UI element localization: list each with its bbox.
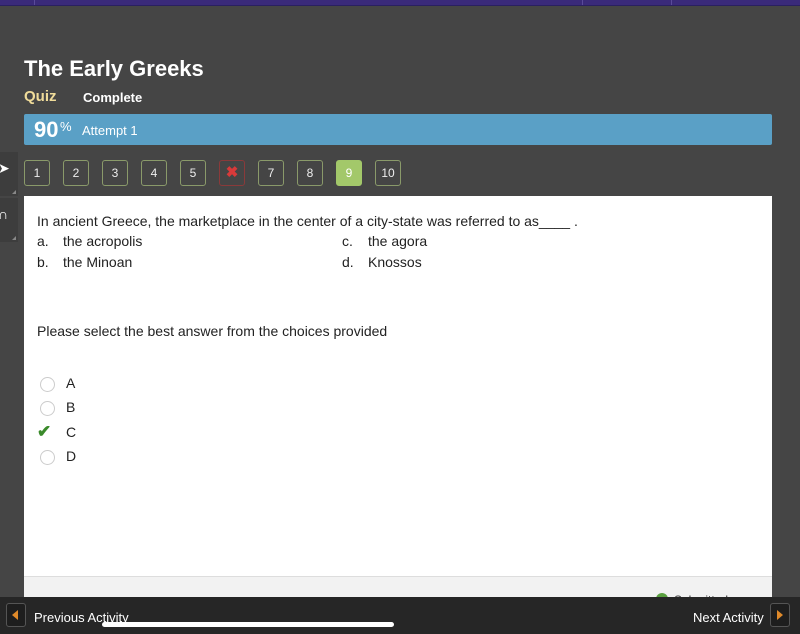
radio-button[interactable] (40, 450, 55, 465)
question-panel: In ancient Greece, the marketplace in th… (24, 196, 772, 576)
choice-letter: d. (342, 254, 354, 270)
choice-c: c. the agora (342, 233, 427, 249)
answer-option-label: C (66, 424, 77, 440)
question-button-7[interactable]: 7 (258, 160, 284, 186)
question-button-5[interactable]: 5 (180, 160, 206, 186)
radio-button[interactable] (40, 401, 55, 416)
question-button-9-current[interactable]: 9 (336, 160, 362, 186)
question-text: In ancient Greece, the marketplace in th… (37, 213, 578, 229)
page-title: The Early Greeks (24, 56, 204, 81)
answer-option-label: B (66, 399, 76, 415)
activity-type-label: Quiz (24, 88, 57, 105)
answer-option-label: A (66, 375, 76, 391)
incorrect-x-icon: ✖ (225, 164, 239, 181)
choice-letter: c. (342, 233, 353, 249)
score-bar: 90 % Attempt 1 (24, 114, 772, 145)
instruction-text: Please select the best answer from the c… (37, 323, 388, 339)
question-button-6-incorrect[interactable]: ✖ (219, 160, 245, 186)
question-button-4[interactable]: 4 (141, 160, 167, 186)
choice-text: the agora (368, 233, 428, 249)
next-activity-link[interactable]: Next Activity (693, 610, 764, 625)
choice-text: the acropolis (63, 233, 143, 249)
corner-indicator-icon (12, 190, 16, 194)
question-button-1[interactable]: 1 (24, 160, 50, 186)
choice-text: Knossos (368, 254, 422, 270)
choice-letter: a. (37, 233, 49, 249)
choice-letter: b. (37, 254, 49, 270)
choice-b: b. the Minoan (37, 254, 132, 270)
top-bar-divider (582, 0, 583, 5)
side-tool-tab-headphones[interactable]: ∩ (0, 198, 18, 242)
next-activity-button[interactable] (770, 603, 790, 627)
radio-button[interactable] (40, 377, 55, 392)
question-button-10[interactable]: 10 (375, 160, 401, 186)
checkmark-icon: ✔ (37, 422, 52, 441)
previous-activity-button[interactable] (6, 603, 26, 627)
arrow-right-icon (777, 610, 783, 620)
pointer-icon: ➤ (0, 160, 10, 176)
top-bar-divider (34, 0, 35, 5)
home-indicator[interactable] (102, 622, 394, 627)
attempt-label: Attempt 1 (82, 123, 138, 138)
activity-status-label: Complete (83, 90, 143, 105)
score-percent-sign: % (60, 119, 72, 134)
arrow-left-icon (12, 610, 18, 620)
choice-d: d. Knossos (342, 254, 422, 270)
activity-navigation-bar: Previous Activity Next Activity (0, 597, 800, 634)
score-value: 90 (34, 117, 59, 142)
side-tool-tab-pointer[interactable]: ➤ (0, 152, 18, 196)
headphones-icon: ∩ (0, 206, 9, 222)
top-browser-bar (0, 0, 800, 6)
question-button-3[interactable]: 3 (102, 160, 128, 186)
corner-indicator-icon (12, 236, 16, 240)
choice-text: the Minoan (63, 254, 133, 270)
question-button-8[interactable]: 8 (297, 160, 323, 186)
choice-a: a. the acropolis (37, 233, 142, 249)
answer-option-label: D (66, 448, 77, 464)
question-button-2[interactable]: 2 (63, 160, 89, 186)
top-bar-divider (671, 0, 672, 5)
